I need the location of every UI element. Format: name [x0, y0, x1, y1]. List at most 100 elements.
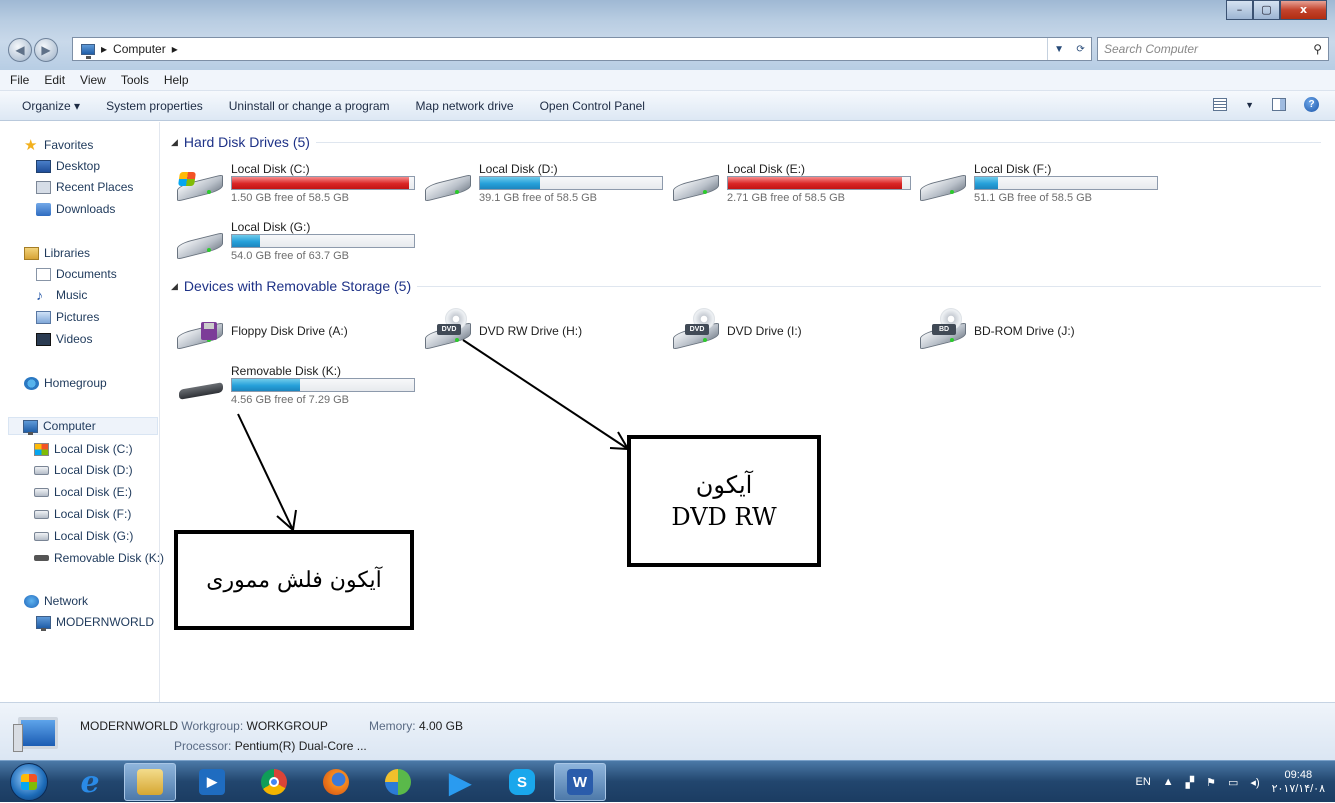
sidebar-item-removable-k[interactable]: Removable Disk (K:) [34, 549, 164, 567]
map-network-drive-button[interactable]: Map network drive [416, 99, 514, 113]
back-button[interactable]: ◀ [8, 38, 32, 62]
drive-tile-e[interactable]: Local Disk (E:) 2.71 GB free of 58.5 GB [657, 156, 911, 206]
drive-tile-f[interactable]: Local Disk (F:) 51.1 GB free of 58.5 GB [904, 156, 1158, 206]
search-icon[interactable]: ⚲ [1313, 42, 1322, 56]
sidebar-label: Local Disk (D:) [54, 463, 133, 477]
sidebar-item-music[interactable]: ♪ Music [36, 286, 87, 304]
hard-drive-icon [673, 174, 723, 202]
sidebar-item-disk-c[interactable]: Local Disk (C:) [34, 440, 133, 458]
menu-edit[interactable]: Edit [44, 73, 65, 87]
breadcrumb-computer[interactable]: Computer [113, 42, 166, 56]
clock[interactable]: 09:48 ۲۰۱۷/۱۴/۰۸ [1272, 768, 1325, 796]
sidebar-label: Downloads [56, 202, 116, 216]
start-button[interactable] [10, 763, 48, 801]
system-properties-button[interactable]: System properties [106, 99, 203, 113]
sidebar-item-recent-places[interactable]: Recent Places [36, 178, 133, 196]
minimize-button[interactable]: – [1226, 0, 1253, 20]
chrome-icon [261, 769, 287, 795]
device-tile-dvd-rw-h[interactable]: DVD DVD RW Drive (H:) [409, 304, 649, 354]
device-tile-floppy-a[interactable]: Floppy Disk Drive (A:) [161, 304, 401, 354]
taskbar-player[interactable]: ▶ [434, 763, 486, 801]
view-dropdown-icon[interactable]: ▼ [1245, 100, 1254, 110]
sidebar-item-desktop[interactable]: Desktop [36, 157, 100, 175]
sidebar-label: Removable Disk (K:) [54, 551, 165, 565]
preview-pane-icon[interactable] [1272, 98, 1286, 111]
sidebar-item-pictures[interactable]: Pictures [36, 308, 99, 326]
breadcrumb-separator-icon: ▸ [101, 42, 108, 56]
floppy-icon [177, 322, 227, 350]
sidebar-item-libraries[interactable]: Libraries [24, 244, 90, 262]
sidebar-item-disk-f[interactable]: Local Disk (F:) [34, 505, 131, 523]
sidebar-item-downloads[interactable]: Downloads [36, 200, 115, 218]
drive-usage-bar [479, 176, 663, 190]
sidebar-item-documents[interactable]: Documents [36, 265, 117, 283]
display-tray-icon[interactable]: ▭ [1228, 776, 1238, 789]
firefox-icon [323, 769, 349, 795]
sidebar-item-computer[interactable]: Computer [8, 417, 158, 435]
taskbar-chrome[interactable] [248, 763, 300, 801]
volume-icon[interactable]: ◂) [1250, 776, 1259, 789]
taskbar-media[interactable]: ▶ [186, 763, 238, 801]
help-icon[interactable]: ? [1304, 97, 1319, 112]
desktop-icon [36, 159, 51, 173]
taskbar-skype[interactable]: S [496, 763, 548, 801]
sidebar-label: Recent Places [56, 180, 134, 194]
forward-button[interactable]: ▶ [34, 38, 58, 62]
menu-help[interactable]: Help [164, 73, 189, 87]
folder-icon [137, 769, 163, 795]
action-center-flag-icon[interactable]: ⚑ [1206, 776, 1216, 789]
sidebar-label: Documents [56, 267, 117, 281]
annotation-text-line1: آیکون [695, 471, 753, 499]
drive-usage-bar [231, 176, 415, 190]
address-bar[interactable]: ▸ Computer ▸ ▼ ⟳ [72, 37, 1092, 61]
drive-tile-d[interactable]: Local Disk (D:) 39.1 GB free of 58.5 GB [409, 156, 663, 206]
drive-tile-g[interactable]: Local Disk (G:) 54.0 GB free of 63.7 GB [161, 214, 415, 264]
drive-tile-c[interactable]: Local Disk (C:) 1.50 GB free of 58.5 GB [161, 156, 415, 206]
taskbar-app[interactable] [372, 763, 424, 801]
details-info: MODERNWORLD Workgroup: WORKGROUP Memory:… [80, 719, 463, 733]
sidebar-item-disk-e[interactable]: Local Disk (E:) [34, 483, 132, 501]
sidebar-item-modernworld[interactable]: MODERNWORLD [36, 613, 154, 631]
close-button[interactable]: x [1280, 0, 1327, 20]
sidebar-item-homegroup[interactable]: Homegroup [24, 374, 107, 392]
maximize-button[interactable]: ▢ [1253, 0, 1280, 20]
history-dropdown-icon[interactable]: ▼ [1054, 44, 1064, 55]
taskbar-explorer[interactable] [124, 763, 176, 801]
collapse-triangle-icon[interactable]: ◢ [171, 281, 178, 292]
taskbar-firefox[interactable] [310, 763, 362, 801]
organize-button[interactable]: Organize ▾ [22, 99, 80, 113]
toolbar-right: ▼ ? [1213, 97, 1319, 112]
menu-file[interactable]: File [10, 73, 29, 87]
menu-view[interactable]: View [80, 73, 106, 87]
open-control-panel-button[interactable]: Open Control Panel [540, 99, 645, 113]
sidebar-label: MODERNWORLD [56, 615, 154, 629]
language-indicator[interactable]: EN [1136, 776, 1151, 788]
hard-drive-icon [425, 174, 475, 202]
sidebar-item-favorites[interactable]: ★ Favorites [24, 136, 93, 154]
menu-tools[interactable]: Tools [121, 73, 149, 87]
network-tray-icon[interactable]: ▞ [1186, 776, 1194, 789]
refresh-icon[interactable]: ⟳ [1076, 44, 1084, 55]
group-divider [417, 285, 1321, 287]
uninstall-program-button[interactable]: Uninstall or change a program [229, 99, 390, 113]
device-tile-bd-rom-j[interactable]: BD BD-ROM Drive (J:) [904, 304, 1144, 354]
search-input[interactable]: Search Computer ⚲ [1097, 37, 1329, 61]
sidebar-item-disk-g[interactable]: Local Disk (G:) [34, 527, 133, 545]
device-tile-dvd-i[interactable]: DVD DVD Drive (I:) [657, 304, 897, 354]
change-view-icon[interactable] [1213, 98, 1228, 111]
sidebar-item-videos[interactable]: Videos [36, 330, 92, 348]
taskbar-word[interactable]: W [554, 763, 606, 801]
sidebar-label: Music [56, 288, 88, 302]
sidebar-item-network[interactable]: Network [24, 592, 88, 610]
device-tile-removable-k[interactable]: Removable Disk (K:) 4.56 GB free of 7.29… [161, 358, 415, 408]
workgroup-value: WORKGROUP [246, 719, 328, 733]
hard-drive-icon [34, 487, 49, 497]
group-header-removable[interactable]: ◢ Devices with Removable Storage (5) [171, 278, 1321, 294]
breadcrumb-chevron-icon[interactable]: ▸ [172, 42, 178, 56]
show-hidden-icons-icon[interactable]: ▲ [1163, 776, 1174, 788]
collapse-triangle-icon[interactable]: ◢ [171, 137, 178, 148]
group-header-hdd[interactable]: ◢ Hard Disk Drives (5) [171, 134, 1321, 150]
drive-usage-bar [231, 378, 415, 392]
sidebar-item-disk-d[interactable]: Local Disk (D:) [34, 461, 133, 479]
taskbar-ie[interactable]: e [64, 763, 116, 801]
